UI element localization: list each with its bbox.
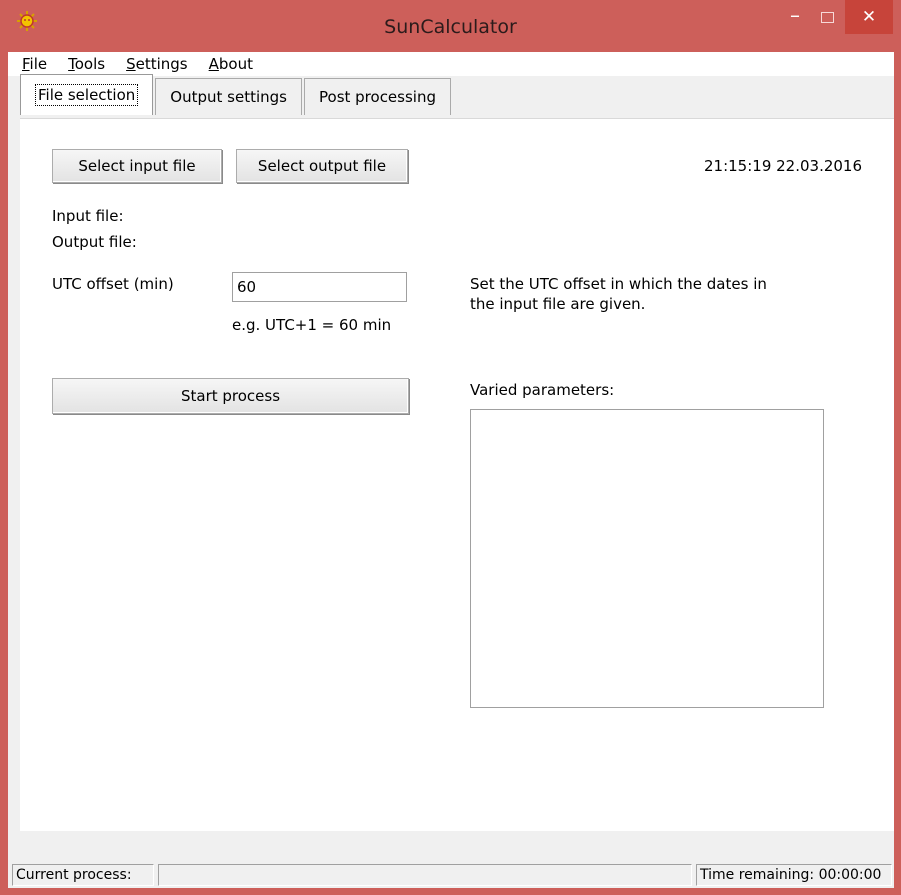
input-file-label: Input file: <box>52 207 124 225</box>
utc-offset-label: UTC offset (min) <box>52 275 174 293</box>
utc-example-text: e.g. UTC+1 = 60 min <box>232 316 392 334</box>
tab-file-selection[interactable]: File selection <box>20 74 154 115</box>
utc-offset-input[interactable]: 60 <box>232 272 407 302</box>
current-process-label: Current process: <box>12 864 154 886</box>
status-bar: Current process: Time remaining: 00:00:0… <box>8 860 894 888</box>
time-remaining: Time remaining: 00:00:00 <box>696 864 892 886</box>
app-window: SunCalculator – ✕ File Tools Settings Ab… <box>0 0 901 895</box>
start-process-button[interactable]: Start process <box>52 378 409 414</box>
file-selection-panel: Select input file Select output file 21:… <box>20 118 894 831</box>
current-process-value <box>158 864 692 886</box>
menu-about[interactable]: About <box>195 52 260 76</box>
output-file-label: Output file: <box>52 233 137 251</box>
tab-output-settings[interactable]: Output settings <box>155 78 302 115</box>
minimize-button[interactable]: – <box>780 0 810 32</box>
tab-post-processing[interactable]: Post processing <box>304 78 451 115</box>
menu-settings[interactable]: Settings <box>112 52 195 76</box>
close-button[interactable]: ✕ <box>845 0 893 34</box>
maximize-button[interactable] <box>812 0 842 34</box>
window-title: SunCalculator <box>384 16 517 38</box>
utc-help-line-1: Set the UTC offset in which the dates in <box>470 275 767 293</box>
menu-tools[interactable]: Tools <box>54 52 112 76</box>
client-area: File Tools Settings About File selection… <box>8 52 894 888</box>
utc-help-line-2: the input file are given. <box>470 295 646 313</box>
varied-parameters-label: Varied parameters: <box>470 381 615 399</box>
menu-file[interactable]: File <box>8 52 54 76</box>
menu-bar: File Tools Settings About <box>8 52 894 76</box>
maximize-icon <box>820 11 834 23</box>
select-input-file-button[interactable]: Select input file <box>52 149 222 183</box>
current-datetime: 21:15:19 22.03.2016 <box>704 157 863 175</box>
title-bar[interactable]: SunCalculator – ✕ <box>0 0 901 52</box>
varied-parameters-list[interactable] <box>470 409 824 708</box>
select-output-file-button[interactable]: Select output file <box>236 149 408 183</box>
tab-strip: File selection Output settings Post proc… <box>20 74 453 118</box>
